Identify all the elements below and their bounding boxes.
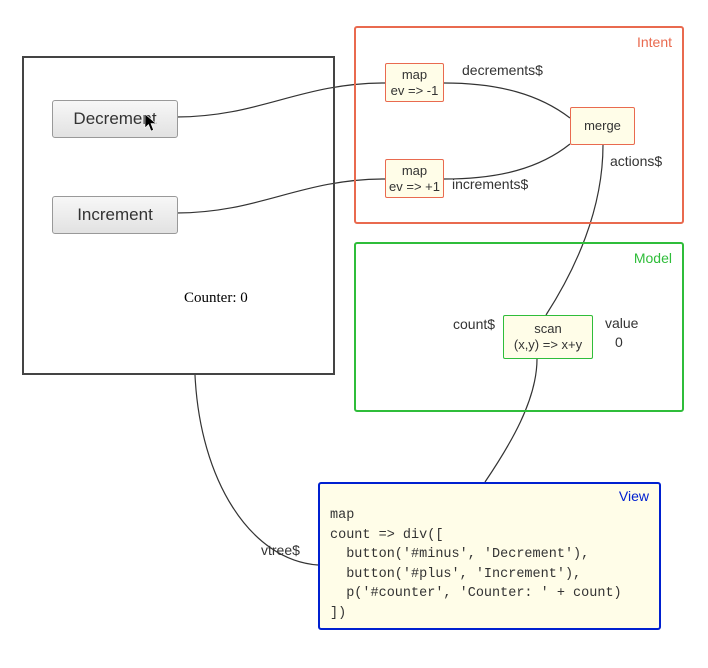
counter-text: Counter: 0 bbox=[184, 290, 248, 307]
actions-label: actions$ bbox=[610, 153, 662, 169]
decrements-label: decrements$ bbox=[462, 62, 543, 78]
value-label: value bbox=[605, 315, 638, 331]
increments-label: increments$ bbox=[452, 176, 528, 192]
vtree-label: vtree$ bbox=[261, 542, 300, 558]
count-label: count$ bbox=[453, 316, 495, 332]
map-dec-op: map bbox=[402, 67, 427, 83]
decrement-button[interactable]: Decrement bbox=[52, 100, 178, 138]
decrement-button-label: Decrement bbox=[73, 109, 156, 129]
merge-box: merge bbox=[570, 107, 635, 145]
increment-button-label: Increment bbox=[77, 205, 153, 225]
scan-op: scan bbox=[534, 321, 561, 337]
model-title: Model bbox=[634, 250, 672, 266]
map-inc-fn: ev => +1 bbox=[389, 179, 440, 195]
map-dec-box: map ev => -1 bbox=[385, 63, 444, 102]
map-inc-box: map ev => +1 bbox=[385, 159, 444, 198]
view-code: map count => div([ button('#minus', 'Dec… bbox=[330, 506, 649, 623]
map-inc-op: map bbox=[402, 163, 427, 179]
view-title: View bbox=[619, 488, 649, 504]
increment-button[interactable]: Increment bbox=[52, 196, 178, 234]
map-dec-fn: ev => -1 bbox=[391, 83, 439, 99]
scan-box: scan (x,y) => x+y bbox=[503, 315, 593, 359]
scan-fn: (x,y) => x+y bbox=[514, 337, 582, 353]
merge-label: merge bbox=[584, 118, 621, 134]
app-preview: Decrement Increment Counter: 0 bbox=[22, 56, 335, 375]
value-text: 0 bbox=[615, 334, 623, 350]
intent-title: Intent bbox=[637, 34, 672, 50]
view-box: View map count => div([ button('#minus',… bbox=[318, 482, 661, 630]
